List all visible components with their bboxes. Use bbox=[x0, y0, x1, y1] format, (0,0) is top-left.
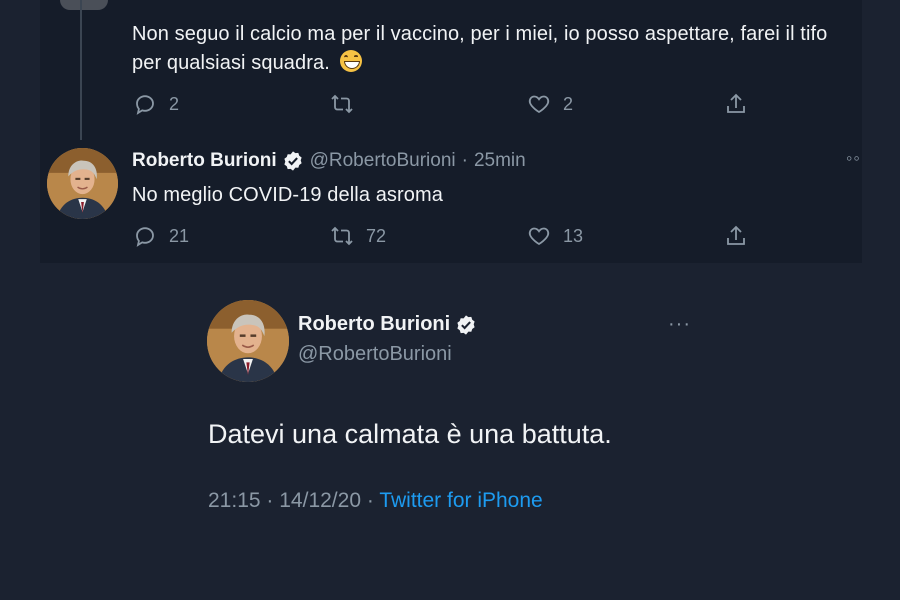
portrait-photo bbox=[207, 300, 289, 382]
retweet-icon bbox=[331, 94, 353, 114]
like-button[interactable]: 2 bbox=[527, 92, 573, 116]
share-button[interactable] bbox=[724, 92, 748, 116]
detail-tweet-text: Datevi una calmata è una battuta. bbox=[208, 419, 612, 449]
grinning-face-emoji bbox=[339, 50, 362, 72]
comment-icon bbox=[136, 95, 154, 115]
author-handle[interactable]: @RobertoBurioni bbox=[310, 150, 456, 172]
separator-dot: · bbox=[461, 150, 468, 171]
reply-button[interactable]: 2 bbox=[133, 92, 179, 116]
share-icon bbox=[727, 93, 745, 113]
like-button[interactable]: 13 bbox=[527, 224, 583, 248]
detail-author-handle[interactable]: @RobertoBurioni bbox=[298, 343, 452, 366]
previous-avatar[interactable] bbox=[60, 0, 108, 10]
detail-author-name[interactable]: Roberto Burioni bbox=[298, 313, 450, 336]
separator-dot: · bbox=[266, 489, 274, 512]
reply-button[interactable]: 21 bbox=[133, 224, 189, 248]
verified-badge-icon bbox=[457, 314, 475, 335]
reply-tweet-text: Non seguo il calcio ma per il vaccino, p… bbox=[132, 23, 828, 74]
author-name[interactable]: Roberto Burioni bbox=[132, 150, 277, 172]
burioni-avatar[interactable] bbox=[47, 148, 118, 219]
retweet-count: 72 bbox=[366, 225, 387, 246]
separator-dot: · bbox=[366, 489, 374, 512]
share-icon bbox=[727, 225, 745, 245]
detail-more-button[interactable]: ··· bbox=[668, 313, 691, 336]
detail-avatar[interactable] bbox=[207, 300, 289, 382]
like-count: 2 bbox=[563, 93, 574, 114]
detail-author: Roberto Burioni bbox=[298, 313, 477, 336]
more-options-button[interactable]: ◦◦ bbox=[846, 148, 861, 169]
verified-badge-icon bbox=[283, 151, 302, 171]
portrait-photo bbox=[47, 148, 118, 219]
comment-icon bbox=[136, 227, 154, 247]
burioni-tweet-text: No meglio COVID-19 della asroma bbox=[132, 184, 444, 206]
heart-icon bbox=[528, 95, 550, 114]
tweet-metadata: 21:15 · 14/12/20 · Twitter for iPhone bbox=[208, 489, 543, 513]
tweet-time[interactable]: 25min bbox=[474, 150, 526, 172]
tweet-date[interactable]: 14/12/20 bbox=[279, 489, 361, 512]
share-button[interactable] bbox=[724, 224, 748, 248]
retweet-button[interactable] bbox=[330, 92, 354, 116]
thread-connector-line bbox=[80, 0, 82, 140]
tweet-time[interactable]: 21:15 bbox=[208, 489, 261, 512]
retweet-button[interactable]: 72 bbox=[330, 224, 386, 248]
tweet-source-link[interactable]: Twitter for iPhone bbox=[379, 489, 542, 512]
heart-icon bbox=[528, 227, 550, 246]
like-count: 13 bbox=[563, 225, 584, 246]
reply-count: 21 bbox=[169, 225, 190, 246]
retweet-icon bbox=[331, 226, 353, 246]
reply-count: 2 bbox=[169, 93, 180, 114]
burioni-header: Roberto Burioni @RobertoBurioni · 25min bbox=[132, 150, 526, 172]
